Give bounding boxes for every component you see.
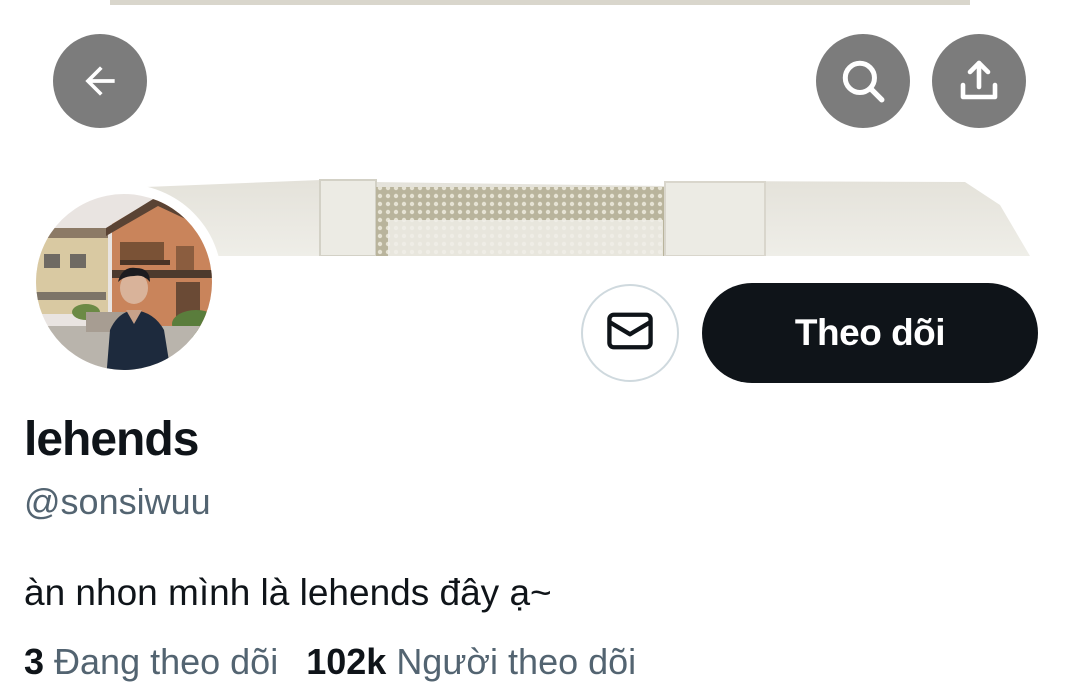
following-label: Đang theo dõi xyxy=(54,641,279,682)
message-button[interactable] xyxy=(581,284,679,382)
arrow-left-icon xyxy=(78,59,122,103)
share-button[interactable] xyxy=(932,34,1026,128)
search-icon xyxy=(838,56,888,106)
following-count: 3 xyxy=(24,641,45,682)
display-name: lehends xyxy=(24,413,199,466)
followers-link[interactable]: 102k Người theo dõi xyxy=(306,641,636,683)
follow-stats: 3 Đang theo dõi 102k Người theo dõi xyxy=(24,641,636,683)
following-link[interactable]: 3 Đang theo dõi xyxy=(24,641,278,683)
followers-label: Người theo dõi xyxy=(396,641,637,682)
username-handle: @sonsiwuu xyxy=(24,481,211,522)
share-upload-icon xyxy=(955,57,1003,105)
avatar[interactable] xyxy=(26,184,222,380)
profile-bio: àn nhon mình là lehends đây ạ~ xyxy=(24,572,552,613)
follow-button[interactable]: Theo dõi xyxy=(702,283,1038,383)
back-button[interactable] xyxy=(53,34,147,128)
profile-page: Theo dõi lehends @sonsiwuu àn nhon mình … xyxy=(0,0,1080,697)
envelope-icon xyxy=(604,305,656,362)
avatar-photo xyxy=(36,194,212,370)
search-button[interactable] xyxy=(816,34,910,128)
followers-count: 102k xyxy=(306,641,387,682)
